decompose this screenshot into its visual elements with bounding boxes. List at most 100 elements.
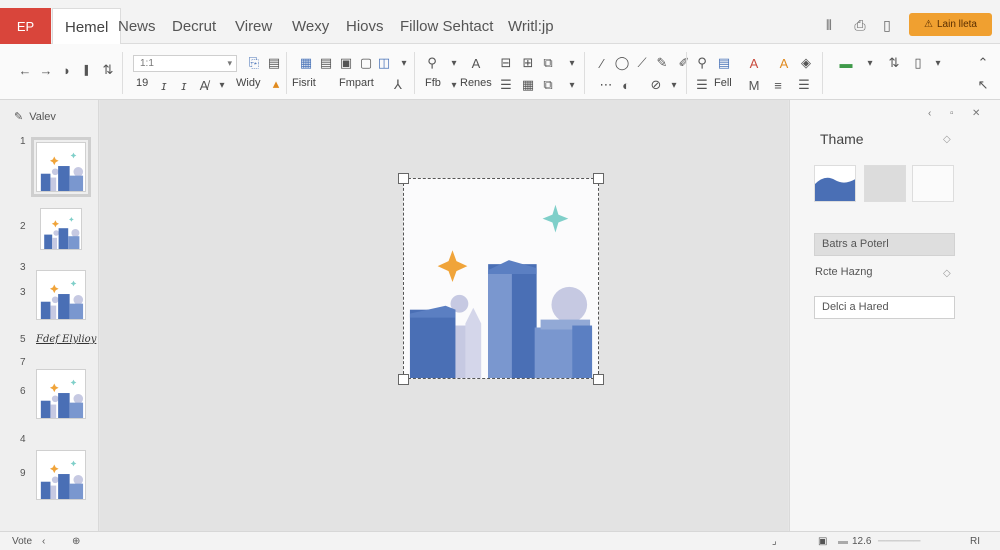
tab-hiovs[interactable]: Hiovs <box>346 18 384 35</box>
collapse-ribbon-icon[interactable]: ⌃ <box>975 55 991 71</box>
shape-icon[interactable]: ◫ <box>376 55 392 71</box>
freeform-icon[interactable]: ⟋ <box>634 55 650 71</box>
timer-icon[interactable]: ⊘ <box>648 77 664 93</box>
bold-m-icon[interactable]: M <box>746 77 762 93</box>
section-label[interactable]: Fdef Elylioy <box>36 334 96 345</box>
pencil-icon[interactable]: ✎ <box>14 110 23 123</box>
resize-handle-bottom-left[interactable] <box>398 374 409 385</box>
text-color-icon[interactable]: A <box>746 55 762 71</box>
list-icon[interactable]: ☰ <box>498 77 514 93</box>
tab-view[interactable]: Virew <box>235 18 272 35</box>
clipboard-icon[interactable]: ▤ <box>266 55 282 71</box>
format-painter-icon[interactable]: ◗ <box>59 62 75 78</box>
theme-swatch-3[interactable] <box>912 165 954 202</box>
font-name-dropdown[interactable]: 1:1 ▾ <box>133 55 237 72</box>
duplicate-icon[interactable]: ⧉ <box>540 55 556 71</box>
redo-icon[interactable]: → <box>38 62 54 78</box>
resize-handle-bottom-right[interactable] <box>593 374 604 385</box>
rename-label[interactable]: Renes <box>460 77 492 89</box>
tab-wexy[interactable]: Wexy <box>292 18 329 35</box>
chevron-down-icon[interactable]: ▾ <box>214 77 230 93</box>
chevron-down-icon[interactable]: ▾ <box>396 55 412 71</box>
slide-thumbnail-2[interactable] <box>40 208 82 250</box>
chevron-down-icon[interactable]: ▾ <box>446 55 462 71</box>
fill-color-icon[interactable]: A <box>776 55 792 71</box>
tab-fillow-sehtact[interactable]: Fillow Sehtact <box>400 18 493 35</box>
diamond-icon[interactable]: ◇ <box>943 134 951 145</box>
pane-back-icon[interactable]: ‹ <box>928 108 931 119</box>
italic-icon[interactable]: ɪ <box>156 77 172 93</box>
share-icon[interactable]: ⎙ <box>850 15 870 35</box>
list-bullets-icon[interactable]: ☰ <box>796 77 812 93</box>
effect-icon[interactable]: ◐ <box>618 77 634 93</box>
expand-icon[interactable]: ↖ <box>975 77 991 93</box>
tab-writl[interactable]: Writl:jp <box>508 18 554 35</box>
layout-icon[interactable]: ⫴ <box>819 15 839 35</box>
chevron-down-icon[interactable]: ▾ <box>564 55 580 71</box>
selected-slide-image[interactable] <box>403 178 599 379</box>
status-left-label[interactable]: Vote <box>12 536 32 547</box>
tab-decrut[interactable]: Decrut <box>172 18 216 35</box>
eraser-icon[interactable]: ✐ <box>676 55 692 71</box>
insert-label[interactable]: Fisrit <box>292 77 316 89</box>
orange-action-button[interactable]: ⚠ Lain lleta <box>909 13 992 36</box>
fit-slide-icon[interactable]: ▣ <box>818 536 827 547</box>
sort-icon[interactable]: ⇅ <box>886 55 902 71</box>
font-size-value[interactable]: 19 <box>136 77 148 89</box>
line-tool-icon[interactable]: ∕ <box>594 55 610 71</box>
chevron-down-icon[interactable]: ▾ <box>666 77 682 93</box>
tab-news[interactable]: News <box>118 18 156 35</box>
chevron-down-icon[interactable]: ▾ <box>564 77 580 93</box>
grid-icon[interactable]: ▤ <box>318 55 334 71</box>
resize-handle-top-right[interactable] <box>593 173 604 184</box>
search-icon[interactable]: ⚲ <box>424 55 440 71</box>
chevron-down-icon[interactable]: ▾ <box>862 55 878 71</box>
document-icon[interactable]: ▤ <box>716 55 732 71</box>
resize-grip-icon[interactable]: ⌟ <box>772 536 777 547</box>
pane-option-label[interactable]: Rcte Hazng <box>815 266 872 278</box>
slide-thumbnail-4[interactable] <box>36 369 86 419</box>
chevron-down-icon[interactable]: ▾ <box>930 55 946 71</box>
text-style-icon[interactable]: A <box>468 55 484 71</box>
comments-icon[interactable]: ▯ <box>877 15 897 35</box>
app-badge[interactable]: EP <box>0 8 51 44</box>
fit-label[interactable]: Ffb <box>425 77 441 89</box>
pen-icon[interactable]: ✎ <box>654 55 670 71</box>
fill-label[interactable]: Fell <box>714 77 732 89</box>
format-label[interactable]: Fmpart <box>339 77 374 89</box>
text-size-icon[interactable]: ▌ <box>80 62 96 78</box>
zoom-slider-track[interactable]: ────── <box>878 536 921 547</box>
notes-icon[interactable]: ⊕ <box>72 536 80 547</box>
shape-fill-icon[interactable]: ◈ <box>798 55 814 71</box>
chevron-left-icon[interactable]: ‹ <box>42 536 45 547</box>
picture-icon[interactable]: ▢ <box>358 55 374 71</box>
diamond-icon[interactable]: ◇ <box>943 268 951 279</box>
pane-button-secondary[interactable]: Delci a Hared <box>814 296 955 319</box>
arrange-icon[interactable]: ⊟ <box>498 55 514 71</box>
zoom-icon[interactable]: ⚲ <box>694 55 710 71</box>
undo-icon[interactable]: ← <box>17 62 33 78</box>
highlight-icon[interactable]: ▬ <box>838 55 854 71</box>
slide-thumbnail-3[interactable] <box>36 270 86 320</box>
align-icon[interactable]: ☰ <box>694 77 710 93</box>
clip-icon[interactable]: ▯ <box>910 55 926 71</box>
text-box-icon[interactable]: ⅄ <box>390 77 406 93</box>
width-label[interactable]: Widy <box>236 77 260 89</box>
more-icon[interactable]: ⋯ <box>598 77 614 93</box>
table-grid-icon[interactable]: ▦ <box>520 77 536 93</box>
paragraph-icon[interactable]: ≡ <box>770 77 786 93</box>
copy-icon[interactable]: ⧉ <box>540 77 556 93</box>
theme-swatch-1[interactable] <box>814 165 856 202</box>
insert-icon[interactable]: ▴ <box>268 76 284 92</box>
slide-thumbnail-1[interactable] <box>31 137 91 197</box>
resize-handle-top-left[interactable] <box>398 173 409 184</box>
pane-pin-icon[interactable]: ▫ <box>950 108 954 119</box>
theme-swatch-2[interactable] <box>864 165 906 202</box>
table-icon[interactable]: ▦ <box>298 55 314 71</box>
text-direction-icon[interactable]: ⇅ <box>100 62 116 78</box>
italic-alt-icon[interactable]: ɪ <box>176 77 192 93</box>
slide-thumbnail-5[interactable] <box>36 450 86 500</box>
zoom-level[interactable]: 12.6 <box>852 536 871 547</box>
paste-icon[interactable]: ⎘ <box>246 55 262 71</box>
font-color-icon[interactable]: A̸ <box>196 77 212 93</box>
